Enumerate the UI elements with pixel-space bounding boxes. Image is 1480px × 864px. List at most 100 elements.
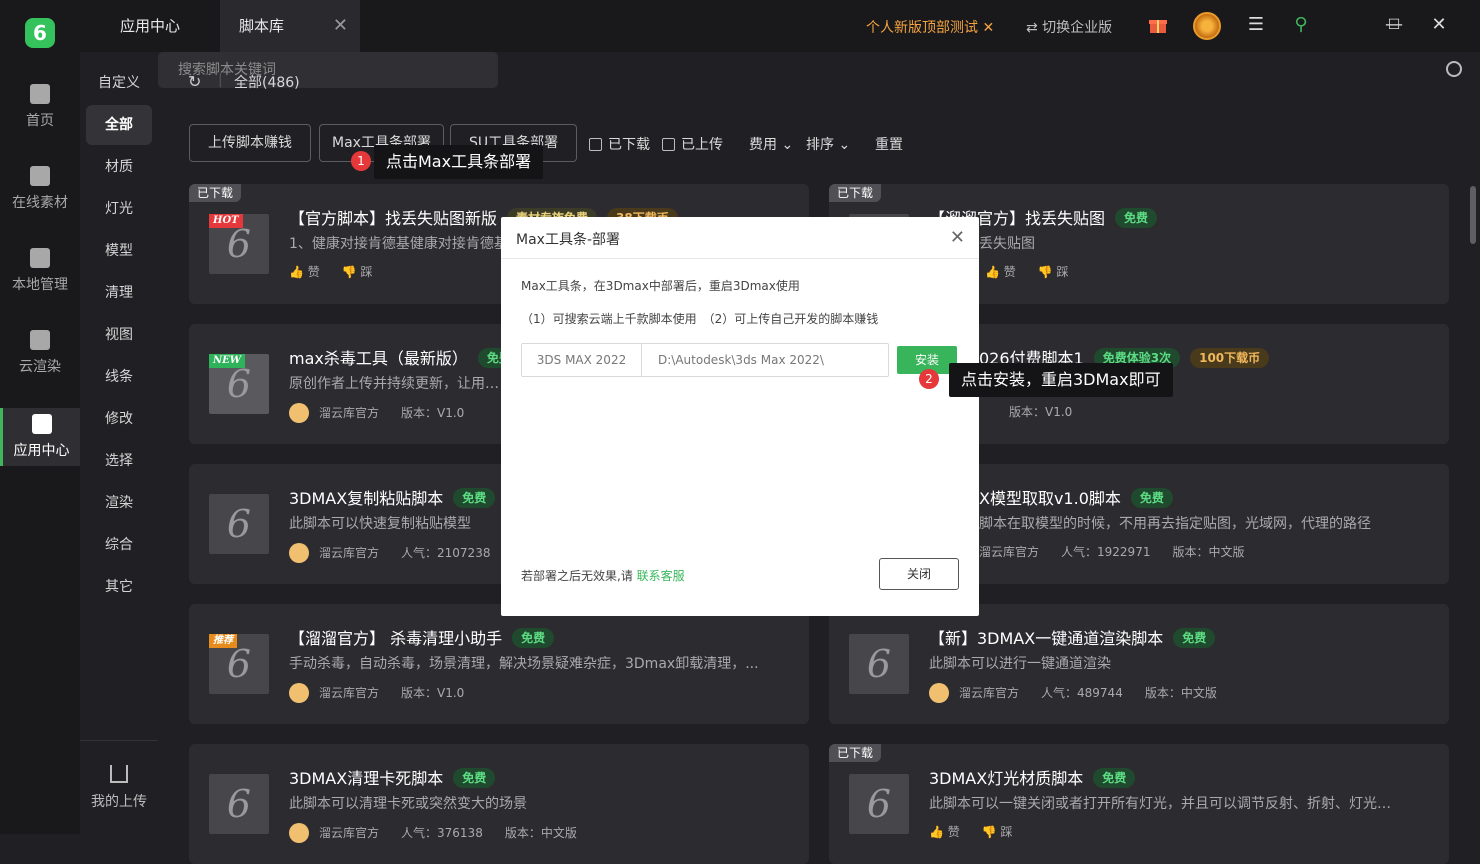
switch-enterprise-button[interactable]: ⇄ 切换企业版 (1026, 17, 1112, 37)
upload-script-button[interactable]: 上传脚本赚钱 (189, 124, 311, 162)
card-title: max杀毒工具（最新版） (289, 349, 468, 368)
category-view[interactable]: 视图 (86, 315, 152, 355)
like-button[interactable]: 👍 赞 (289, 265, 320, 279)
version: 版本：V1.0 (401, 406, 465, 420)
category-other[interactable]: 其它 (86, 567, 152, 607)
version-label: 3DS MAX 2022 (522, 344, 642, 376)
dislike-button[interactable]: 👎 踩 (982, 825, 1013, 839)
uploaded-checkbox[interactable]: 已上传 (662, 134, 723, 154)
category-render[interactable]: 渲染 (86, 483, 152, 523)
like-button[interactable]: 👍 赞 (929, 825, 960, 839)
category-model[interactable]: 模型 (86, 231, 152, 271)
app-logo: 6 (25, 18, 55, 48)
card-title: 【新】3DMAX一键通道渲染脚本 (929, 629, 1164, 648)
nav-online-assets[interactable]: 在线素材 (0, 166, 80, 230)
uploaded-label: 已上传 (681, 137, 723, 153)
popularity: 人气：1922971 (1061, 545, 1151, 559)
author-avatar (929, 683, 949, 703)
category-light[interactable]: 灯光 (86, 189, 152, 229)
pin-icon[interactable]: ⚲ (1290, 14, 1312, 36)
category-clean[interactable]: 清理 (86, 273, 152, 313)
category-general[interactable]: 综合 (86, 525, 152, 565)
downloaded-label: 已下载 (608, 137, 650, 153)
category-modify[interactable]: 修改 (86, 399, 152, 439)
card-desc: 此脚本可以进行一键通道渲染 (929, 656, 1111, 672)
close-tab-icon[interactable]: ✕ (333, 0, 348, 52)
like-button[interactable]: 👍 赞 (985, 265, 1016, 279)
new-ribbon: NEW (209, 354, 245, 368)
dialog-close-icon[interactable]: ✕ (950, 227, 965, 248)
card-desc: 此脚本可以清理卡死或突然变大的场景 (289, 796, 527, 812)
nav-cloud-render[interactable]: 云渲染 (0, 330, 80, 394)
refresh-icon[interactable]: ↻ (188, 72, 201, 91)
dislike-button[interactable]: 👎 踩 (1038, 265, 1069, 279)
dislike-label: 踩 (1056, 265, 1069, 279)
avatar[interactable] (1193, 12, 1221, 40)
nav-label: 应用中心 (13, 443, 70, 459)
downloaded-checkbox[interactable]: 已下载 (589, 134, 650, 154)
card-title-row: 【溜溜官方】 杀毒清理小助手 免费 (289, 625, 555, 649)
contact-support-link[interactable]: 联系客服 (637, 569, 685, 583)
category-select[interactable]: 选择 (86, 441, 152, 481)
close-icon[interactable]: ✕ (982, 20, 994, 36)
close-button[interactable]: 关闭 (879, 558, 959, 590)
card-meta: 溜云库官方 人气：1922971 版本：中文版 (979, 543, 1244, 560)
search-input[interactable]: 搜索脚本关键词 (158, 52, 1462, 88)
nav-app-center[interactable]: 应用中心 (0, 408, 80, 466)
nav-home[interactable]: 首页 (0, 84, 80, 148)
monitor-icon (30, 248, 50, 268)
search-icon[interactable] (1446, 61, 1462, 77)
gift-icon[interactable] (1148, 15, 1168, 35)
free-badge: 免费 (453, 768, 496, 788)
footnote-text: 若部署之后无效果,请 (521, 569, 633, 583)
max-version-selector[interactable]: 3DS MAX 2022 D:\Autodesk\3ds Max 2022\ (521, 343, 889, 377)
home-icon (30, 84, 50, 104)
author-name: 溜云库官方 (959, 686, 1020, 700)
tab-script-library[interactable]: 脚本库 ✕ (220, 0, 360, 52)
reset-button[interactable]: 重置 (875, 134, 903, 154)
script-card[interactable]: 6 3DMAX清理卡死脚本 免费 此脚本可以清理卡死或突然变大的场景 溜云库官方 人… (189, 744, 809, 864)
fee-dropdown[interactable]: 费用 ⌄ (749, 134, 793, 154)
category-custom[interactable]: 自定义 (86, 63, 152, 103)
card-desc: 脚本在取模型的时候，不用再去指定贴图，光域网，代理的路径 (979, 516, 1371, 532)
card-title: 【官方脚本】找丢失贴图新版 (289, 209, 498, 228)
downloaded-tag: 已下载 (829, 184, 882, 202)
script-thumbnail: 6 NEW (209, 354, 269, 414)
promo-link[interactable]: 个人新版顶部测试 ✕ (866, 17, 994, 37)
author-name: 溜云库官方 (319, 826, 380, 840)
card-meta: 溜云库官方 人气：489744 版本：中文版 (929, 683, 1217, 703)
step-marker: 1 (351, 151, 371, 171)
card-desc: 手动杀毒，自动杀毒，场景清理，解决场景疑难杂症，3Dmax卸载清理，... (289, 656, 759, 672)
script-thumbnail: 6 HOT (209, 214, 269, 274)
tooltip-step2: 点击安装，重启3DMax即可 (949, 363, 1173, 397)
my-upload-button[interactable]: 我的上传 (80, 740, 158, 811)
dialog-title: Max工具条-部署 (516, 232, 620, 248)
version: 版本：V1.0 (1009, 405, 1073, 419)
recommend-ribbon: 推荐 (209, 634, 237, 648)
tab-app-center[interactable]: 应用中心 (80, 0, 220, 52)
menu-icon[interactable]: ☰ (1245, 14, 1267, 36)
category-material[interactable]: 材质 (86, 147, 152, 187)
cloud-icon (30, 330, 50, 350)
card-meta: 溜云库官方 版本：V1.0 (289, 683, 464, 703)
sort-dropdown[interactable]: 排序 ⌄ (806, 134, 850, 154)
nav-label: 本地管理 (12, 277, 68, 293)
my-upload-label: 我的上传 (91, 794, 147, 810)
script-card[interactable]: 已下载 6 3DMAX灯光材质脚本 免费 此脚本可以一键关闭或者打开所有灯光，并且… (829, 744, 1449, 864)
card-title: X模型取取v1.0脚本 (979, 489, 1121, 508)
scrollbar[interactable] (1470, 186, 1476, 244)
script-card[interactable]: 6 【新】3DMAX一键通道渲染脚本 免费 此脚本可以进行一键通道渲染 溜云库官方… (829, 604, 1449, 724)
maximize-icon[interactable]: ☐ (1383, 14, 1405, 36)
script-card[interactable]: 6 推荐 【溜溜官方】 杀毒清理小助手 免费 手动杀毒，自动杀毒，场景清理，解决场景… (189, 604, 809, 724)
dislike-button[interactable]: 👎 踩 (342, 265, 373, 279)
category-lines[interactable]: 线条 (86, 357, 152, 397)
close-window-icon[interactable]: ✕ (1428, 14, 1450, 36)
title-bar: 6 应用中心 脚本库 ✕ 个人新版顶部测试 ✕ ⇄ 切换企业版 ☰ ⚲ — ☐ … (0, 0, 1480, 52)
author-avatar (289, 403, 309, 423)
card-meta: 溜云库官方 版本：V1.0 (289, 403, 464, 423)
script-thumbnail: 6 推荐 (209, 634, 269, 694)
category-all[interactable]: 全部 (86, 105, 152, 145)
nav-local-manage[interactable]: 本地管理 (0, 248, 80, 312)
apps-icon (31, 414, 52, 434)
card-actions: 👍 赞 👎 踩 (985, 263, 1069, 280)
